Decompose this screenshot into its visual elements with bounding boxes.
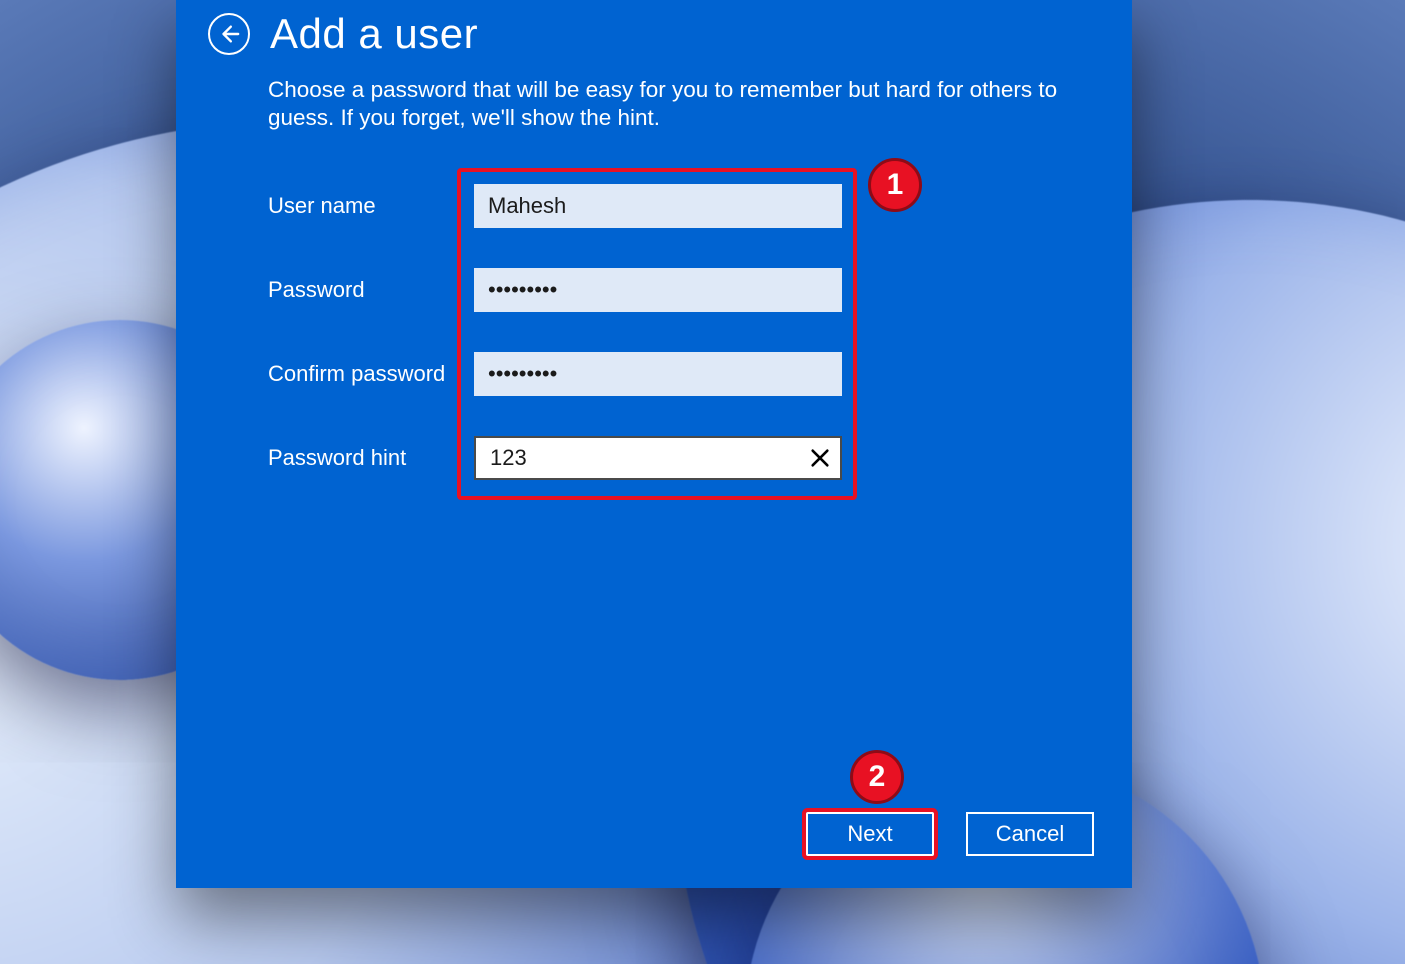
username-input[interactable]: [474, 184, 842, 228]
row-confirm-password: Confirm password: [268, 352, 1084, 396]
annotation-badge-2: 2: [850, 750, 904, 804]
row-username: User name: [268, 184, 1084, 228]
password-input[interactable]: [474, 268, 842, 312]
clear-hint-button[interactable]: [802, 440, 838, 476]
row-password: Password: [268, 268, 1084, 312]
back-button[interactable]: [208, 13, 250, 55]
dialog-title: Add a user: [270, 10, 478, 58]
password-label: Password: [268, 277, 474, 303]
dialog-subtitle: Choose a password that will be easy for …: [268, 76, 1084, 132]
confirm-password-input[interactable]: [474, 352, 842, 396]
password-hint-label: Password hint: [268, 445, 474, 471]
password-hint-input[interactable]: [474, 436, 842, 480]
cancel-button[interactable]: Cancel: [966, 812, 1094, 856]
close-icon: [809, 447, 831, 469]
form-area: 1 User name Password Confirm password Pa…: [268, 184, 1084, 480]
confirm-password-label: Confirm password: [268, 361, 474, 387]
row-password-hint: Password hint: [268, 436, 1084, 480]
add-user-dialog: Add a user Choose a password that will b…: [176, 0, 1132, 888]
next-button[interactable]: Next: [806, 812, 934, 856]
back-arrow-icon: [218, 23, 240, 45]
username-label: User name: [268, 193, 474, 219]
dialog-footer: Next Cancel: [806, 812, 1094, 856]
